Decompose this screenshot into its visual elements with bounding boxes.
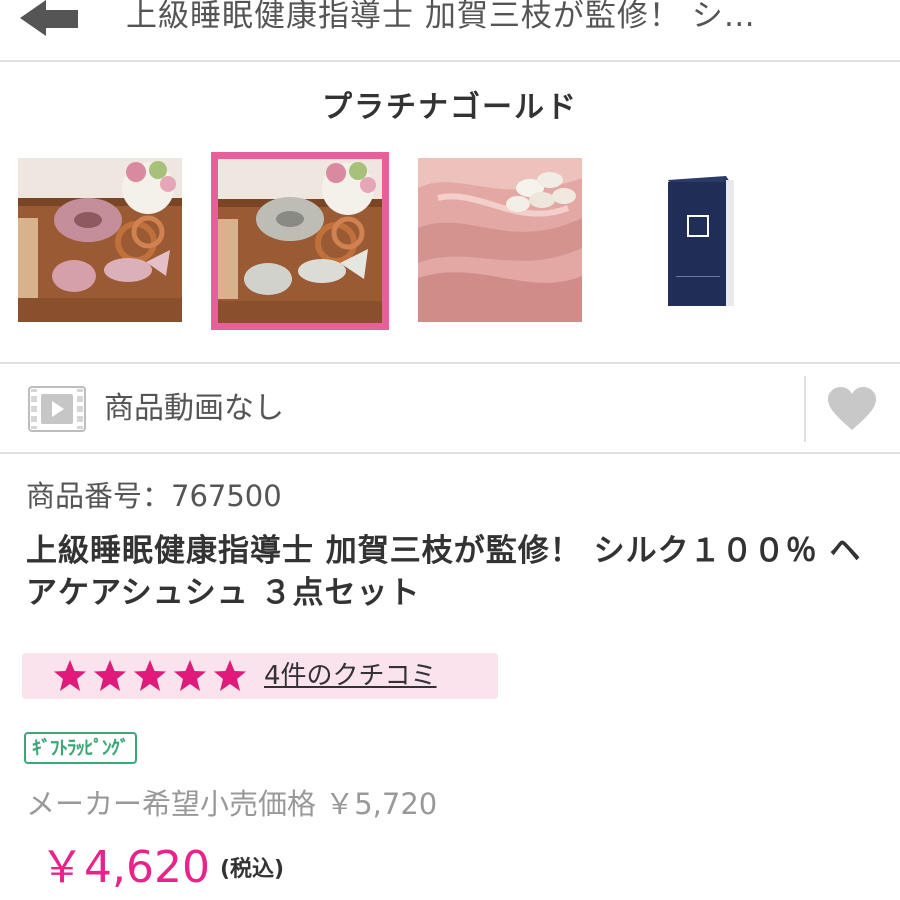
product-number: 商品番号：767500 (26, 479, 282, 513)
thumbnail-silk-fabric[interactable] (418, 158, 582, 322)
star-icon (134, 660, 166, 691)
silk-fabric-image (418, 158, 582, 322)
thumbnail-platinum-scrunchies[interactable] (211, 152, 389, 330)
gift-wrapping-badge: ｷﾞﾌﾄﾗｯﾋﾟﾝｸﾞ (24, 732, 137, 764)
divider (804, 376, 806, 442)
thumbnail-gift-box[interactable] (616, 158, 780, 322)
review-bar: 4件のクチコミ (22, 653, 498, 699)
thumbnail-strip (0, 152, 900, 330)
sale-price: ￥4,620 (40, 842, 210, 893)
back-arrow-icon (20, 0, 78, 36)
no-video-label: 商品動画なし (104, 391, 284, 426)
star-icon (54, 660, 86, 691)
star-icon (174, 660, 206, 691)
thumbnail-pink-scrunchies[interactable] (18, 158, 182, 322)
back-button[interactable] (20, 0, 82, 36)
pink-scrunchie-image (18, 158, 182, 322)
video-icon (28, 386, 86, 432)
review-count-link[interactable]: 4件のクチコミ (264, 656, 437, 696)
star-rating (52, 658, 252, 694)
gift-box-image (616, 158, 780, 322)
header-title: 上級睡眠健康指導士 加賀三枝が監修！ シ… (126, 0, 756, 34)
platinum-scrunchie-image (218, 159, 382, 323)
video-row: 商品動画なし (0, 362, 900, 454)
tax-included-label: (税込) (219, 857, 285, 882)
sale-price-row: ￥4,620 (税込) (40, 840, 284, 896)
favorite-button[interactable] (826, 386, 878, 432)
heart-icon (828, 387, 876, 430)
product-title: 上級睡眠健康指導士 加賀三枝が監修！ シルク１００％ ヘアケアシュシュ ３点セッ… (26, 533, 862, 611)
selected-color-name: プラチナゴールド (322, 90, 578, 125)
list-price: メーカー希望小売価格 ￥5,720 (26, 787, 438, 821)
top-header: 上級睡眠健康指導士 加賀三枝が監修！ シ… (0, 0, 900, 62)
star-icon (94, 660, 126, 691)
star-icon (214, 660, 246, 691)
